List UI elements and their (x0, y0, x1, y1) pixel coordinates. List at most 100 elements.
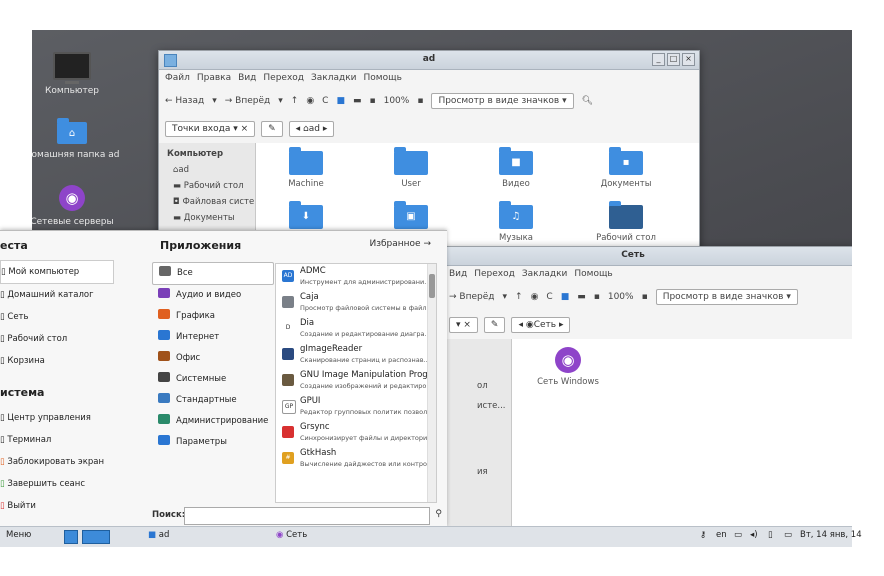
reload-icon[interactable]: C (322, 96, 328, 106)
menu-bookmarks[interactable]: Закладки (522, 269, 568, 279)
app-item-gpui[interactable]: GP GPUI Редактор групповых политик позвол.… (276, 394, 436, 420)
menu-file[interactable]: Файл (165, 73, 190, 83)
keyboard-icon[interactable]: ⚷ (700, 530, 706, 540)
breadcrumb[interactable]: ◂ ◉Сеть ▸ (511, 317, 571, 333)
app-item-gtkhash[interactable]: # GtkHash Вычисление дайджестов или контро… (276, 446, 436, 472)
network-item-windows[interactable]: ◉ Сеть Windows (518, 347, 618, 387)
file-item-downloads[interactable]: ⬇ (256, 201, 356, 233)
menu-go[interactable]: Переход (263, 73, 304, 83)
menu-help[interactable]: Помощь (364, 73, 402, 83)
taskbar-item-network[interactable]: ◉ Сеть (276, 530, 307, 540)
computer-icon[interactable]: ▬ (353, 96, 362, 106)
minimize-button[interactable]: _ (652, 53, 665, 66)
zoom-out-icon[interactable]: ▪ (370, 96, 376, 106)
home-icon[interactable]: ■ (336, 96, 345, 106)
places-item-network[interactable]: ▯ Сеть (0, 306, 118, 328)
category-accessories[interactable]: Стандартные (152, 390, 274, 411)
file-item-documents[interactable]: ▪ Документы (576, 147, 676, 189)
desktop-icon-computer[interactable]: Компьютер (32, 52, 122, 96)
workspace-switcher[interactable] (64, 528, 112, 544)
keyboard-layout[interactable]: en (716, 530, 727, 540)
sidebar-item-filesystem[interactable]: ◘ Файловая систе... (173, 197, 255, 207)
up-arrow-icon[interactable]: ↑ (515, 292, 523, 302)
search-icon[interactable]: 🔍︎ (582, 96, 593, 106)
places-item-desktop[interactable]: ▯ Рабочий стол (0, 328, 118, 350)
zoom-in-icon[interactable]: ▪ (417, 96, 423, 106)
stop-icon[interactable]: ◉ (306, 96, 314, 106)
desktop-icon-home[interactable]: ⌂ Домашняя папка ad (32, 118, 122, 160)
places-item-home[interactable]: ▯ Домашний каталог (0, 284, 118, 306)
category-audio-video[interactable]: Аудио и видео (152, 285, 274, 306)
zoom-out-icon[interactable]: ▪ (594, 292, 600, 302)
category-graphics[interactable]: Графика (152, 306, 274, 327)
stop-icon[interactable]: ◉ (531, 292, 539, 302)
scrollbar-thumb[interactable] (429, 274, 435, 298)
edit-location-button[interactable]: ✎ (261, 121, 283, 137)
view-mode-select[interactable]: Просмотр в виде значков ▾ (655, 289, 798, 305)
places-item-trash[interactable]: ▯ Корзина (0, 350, 118, 372)
sidebar-item-desktop[interactable]: ▬ Рабочий стол (173, 181, 255, 191)
desktop-icon-network[interactable]: ◉ Сетевые серверы (32, 185, 122, 227)
app-item-dia[interactable]: D Dia Создание и редактирование диагра... (276, 316, 436, 342)
menu-button[interactable]: Меню (6, 530, 31, 540)
clock[interactable]: Вт, 14 янв, 14 (800, 530, 862, 540)
system-item-logout[interactable]: ▯ Завершить сеанс (0, 473, 118, 495)
reload-icon[interactable]: C (546, 292, 552, 302)
system-item-control-center[interactable]: ▯ Центр управления (0, 407, 118, 429)
search-input[interactable] (184, 507, 430, 525)
category-preferences[interactable]: Параметры (152, 432, 274, 453)
window-titlebar[interactable]: Сеть (413, 247, 852, 266)
app-item-gimagereader[interactable]: gImageReader Сканирование страниц и распо… (276, 342, 436, 368)
display-icon[interactable]: ▭ (784, 530, 792, 540)
category-all[interactable]: Все (152, 262, 274, 285)
menu-view[interactable]: Вид (449, 269, 467, 279)
workspace-1[interactable] (64, 530, 78, 544)
chevron-down-icon[interactable]: ▾ (212, 96, 217, 106)
home-icon[interactable]: ■ (561, 292, 570, 302)
apps-scrollbar[interactable] (427, 264, 436, 502)
file-item-user[interactable]: User (361, 147, 461, 189)
volume-icon[interactable]: ◂) (750, 530, 758, 540)
search-icon[interactable]: ⚲ (435, 509, 442, 519)
zoom-in-icon[interactable]: ▪ (642, 292, 648, 302)
window-titlebar[interactable]: ad _ □ × (159, 51, 699, 70)
back-button[interactable]: ← Назад (165, 96, 204, 106)
file-item-video[interactable]: ■ Видео (466, 147, 566, 189)
file-item-music[interactable]: ♫ Музыка (466, 201, 566, 243)
network-status-icon[interactable]: ▭ (734, 530, 742, 540)
chevron-down-icon[interactable]: ▾ (278, 96, 283, 106)
forward-button[interactable]: → Вперёд (449, 292, 494, 302)
app-item-grsync[interactable]: Grsync Синхронизирует файлы и директори..… (276, 420, 436, 446)
places-item-computer[interactable]: ▯ Мой компьютер (0, 260, 114, 284)
maximize-button[interactable]: □ (667, 53, 680, 66)
sidebar-item-documents[interactable]: ▬ Документы (173, 213, 255, 223)
close-button[interactable]: × (682, 53, 695, 66)
menu-go[interactable]: Переход (474, 269, 515, 279)
system-item-lock[interactable]: ▯ Заблокировать экран (0, 451, 118, 473)
category-internet[interactable]: Интернет (152, 327, 274, 348)
computer-icon[interactable]: ▬ (577, 292, 586, 302)
breadcrumb[interactable]: ◂ ⌂ad ▸ (288, 121, 335, 137)
side-pane-close[interactable]: ▾ × (449, 317, 478, 333)
system-item-quit[interactable]: ▯ Выйти (0, 495, 118, 517)
category-system[interactable]: Системные (152, 369, 274, 390)
menu-edit[interactable]: Правка (197, 73, 231, 83)
category-administration[interactable]: Администрирование (152, 411, 274, 432)
favorites-button[interactable]: Избранное → (369, 239, 431, 249)
file-item-desktop[interactable]: Рабочий стол (576, 201, 676, 243)
chevron-down-icon[interactable]: ▾ (502, 292, 507, 302)
view-mode-select[interactable]: Просмотр в виде значков ▾ (431, 93, 574, 109)
system-item-terminal[interactable]: ▯ Терминал (0, 429, 118, 451)
menu-view[interactable]: Вид (238, 73, 256, 83)
edit-location-button[interactable]: ✎ (483, 317, 506, 333)
side-pane-select[interactable]: Точки входа ▾ × (165, 121, 256, 137)
sidebar-item-ad[interactable]: ⌂ad (173, 165, 255, 175)
menu-help[interactable]: Помощь (574, 269, 612, 279)
app-item-gimp[interactable]: GNU Image Manipulation Progr... Создание … (276, 368, 436, 394)
forward-button[interactable]: → Вперёд (225, 96, 270, 106)
menu-bookmarks[interactable]: Закладки (311, 73, 357, 83)
taskbar-item-ad[interactable]: ■ ad (148, 530, 169, 540)
app-item-admc[interactable]: AD ADMC Инструмент для администрировани... (276, 264, 436, 290)
up-arrow-icon[interactable]: ↑ (291, 96, 299, 106)
app-item-caja[interactable]: Caja Просмотр файловой системы в файл... (276, 290, 436, 316)
